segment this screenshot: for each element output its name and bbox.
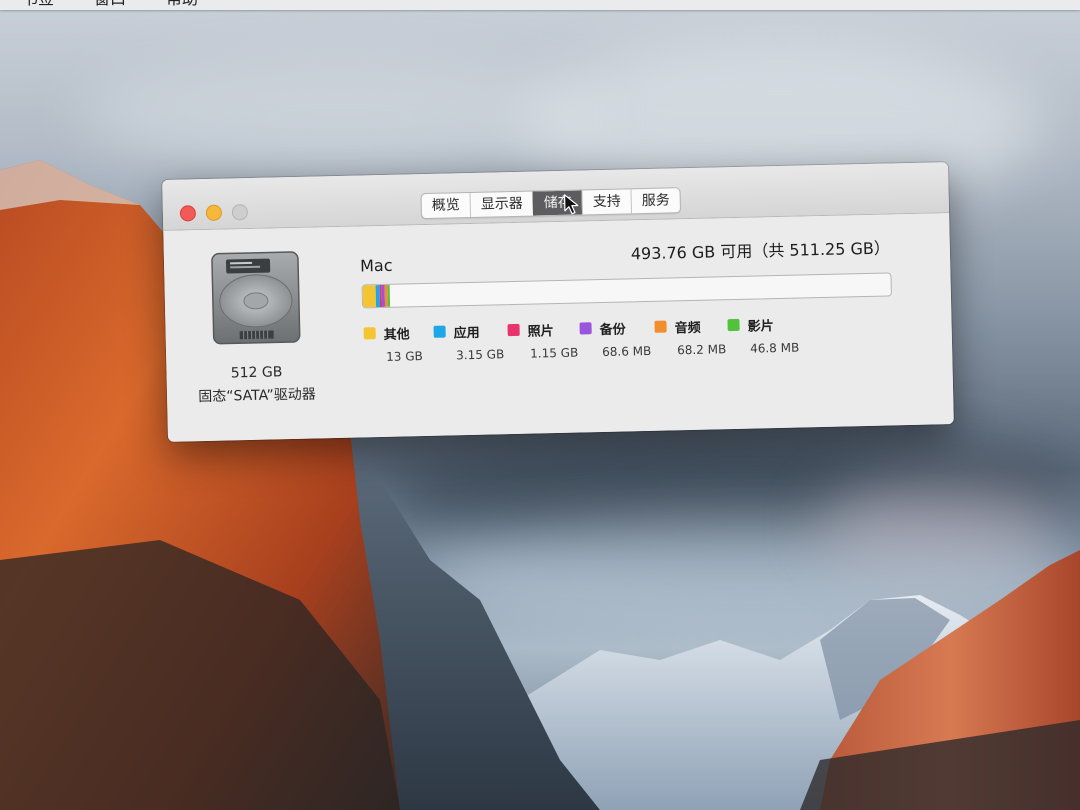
legend-swatch	[727, 318, 740, 332]
legend-label: 照片	[527, 324, 554, 340]
storage-legend: 其他 13 GB 应用 3.15 GB 照片 1.15 GB 备份 68.6 MB 音频 68.2…	[363, 316, 799, 364]
mouse-pointer-icon	[563, 194, 579, 215]
volume-name: Mac	[359, 255, 393, 276]
menu-bar: 书签 窗口 帮助	[0, 0, 1080, 10]
disk-type: 固态“SATA”驱动器	[198, 386, 316, 406]
menu-item-help[interactable]: 帮助	[166, 0, 198, 10]
legend-size: 68.2 MB	[676, 342, 727, 358]
legend-label: 其他	[383, 327, 410, 343]
menu-item-bookmarks[interactable]: 书签	[22, 0, 54, 10]
legend-label: 备份	[599, 322, 626, 339]
minimize-button[interactable]	[205, 204, 223, 221]
usage-segment-5	[387, 284, 391, 307]
tab-service[interactable]: 服务	[630, 188, 680, 214]
legend-size: 46.8 MB	[749, 340, 800, 356]
legend-label: 应用	[453, 325, 480, 342]
close-button[interactable]	[179, 205, 197, 222]
storage-pane: 512 GB 固态“SATA”驱动器 Mac 493.76 GB 可用（共 51…	[163, 213, 954, 442]
disk-capacity: 512 GB	[230, 364, 283, 382]
legend-swatch	[579, 322, 592, 335]
volume-free-space: 493.76 GB 可用（共 511.25 GB）	[630, 238, 891, 264]
legend-size: 13 GB	[386, 349, 423, 364]
legend-swatch	[507, 323, 520, 337]
legend-swatch	[433, 325, 446, 338]
about-this-mac-window: 概览 显示器 储存 支持 服务 512 GB 固态“SATA”驱动器 Mac 4…	[162, 162, 954, 442]
tab-displays[interactable]: 显示器	[469, 191, 534, 217]
tab-support[interactable]: 支持	[581, 189, 632, 215]
usage-segment-0	[362, 285, 377, 308]
segmented-tab-control: 概览 显示器 储存 支持 服务	[420, 187, 682, 220]
zoom-button[interactable]	[231, 204, 249, 221]
legend-label: 影片	[747, 319, 774, 335]
legend-label: 音频	[674, 320, 701, 337]
legend-size: 68.6 MB	[601, 343, 652, 360]
menu-item-window[interactable]: 窗口	[94, 0, 126, 10]
legend-swatch	[363, 327, 376, 340]
hard-drive-icon	[211, 251, 301, 345]
legend-swatch	[654, 320, 667, 333]
storage-usage-bar[interactable]	[361, 272, 892, 309]
tab-overview[interactable]: 概览	[422, 193, 471, 218]
legend-size: 1.15 GB	[530, 345, 579, 361]
legend-size: 3.15 GB	[456, 347, 505, 363]
